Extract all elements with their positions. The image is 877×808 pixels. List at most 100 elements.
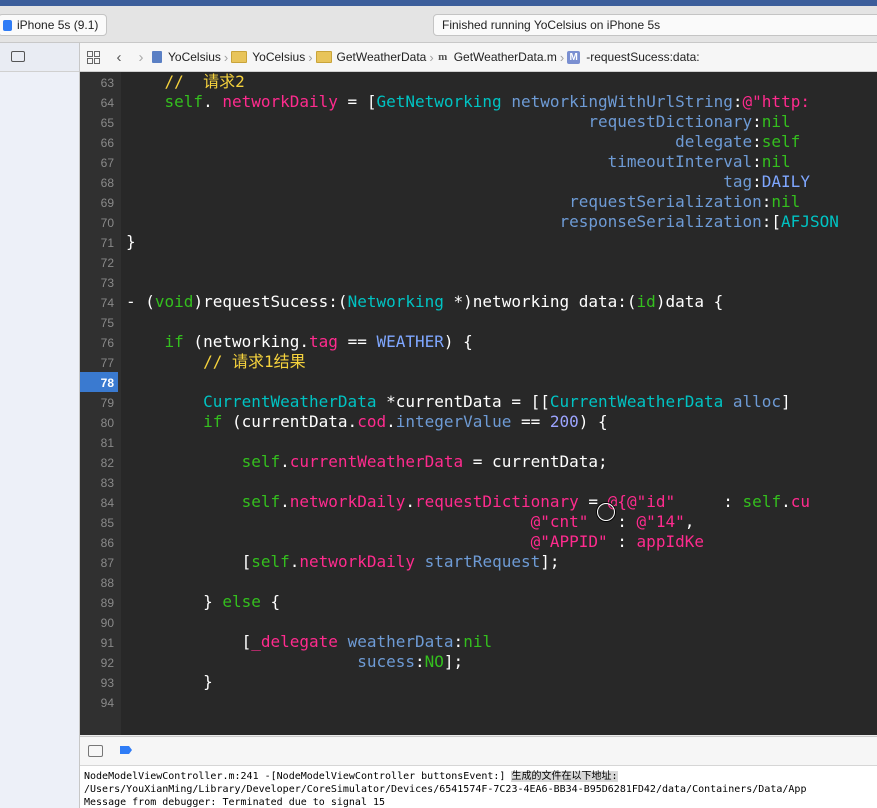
line-number[interactable]: 73 xyxy=(80,273,114,293)
debug-bar xyxy=(80,736,877,766)
line-number[interactable]: 84 xyxy=(80,493,114,513)
line-number[interactable]: 83 xyxy=(80,473,114,493)
breadcrumb-label: GetWeatherData xyxy=(336,50,427,64)
code-line: 76 if (networking.tag == WEATHER) { xyxy=(80,332,877,352)
code-token: : xyxy=(752,112,762,131)
code-token: @"id" xyxy=(626,492,676,511)
line-number[interactable]: 64 xyxy=(80,93,114,113)
line-number[interactable]: 80 xyxy=(80,413,114,433)
code-text: responseSerialization:[AFJSON xyxy=(126,212,838,232)
code-line: 71} xyxy=(80,232,877,252)
breadcrumb-project[interactable]: YoCelsius xyxy=(152,50,221,64)
iphone-device-icon xyxy=(3,19,12,31)
line-number[interactable]: 63 xyxy=(80,73,114,93)
code-token: ) { xyxy=(443,332,473,351)
code-token: nil xyxy=(463,632,493,651)
breadcrumb-separator: › xyxy=(308,49,313,65)
breakpoint-toggle-icon[interactable] xyxy=(120,746,132,754)
hide-debug-area-icon[interactable] xyxy=(88,745,103,757)
line-number[interactable]: 81 xyxy=(80,433,114,453)
code-token: @"http: xyxy=(742,92,810,111)
code-token: (networking. xyxy=(183,332,310,351)
line-number[interactable]: 94 xyxy=(80,693,114,713)
line-number[interactable]: 91 xyxy=(80,633,114,653)
code-line: 66 delegate:self xyxy=(80,132,877,152)
breadcrumb-label: YoCelsius xyxy=(168,50,221,64)
code-line: 93 } xyxy=(80,672,877,692)
breadcrumb-label: YoCelsius xyxy=(252,50,306,64)
line-number[interactable]: 66 xyxy=(80,133,114,153)
navigator-tab-bar xyxy=(0,43,79,72)
line-number[interactable]: 93 xyxy=(80,673,114,693)
line-number[interactable]: 75 xyxy=(80,313,114,333)
line-number[interactable]: 77 xyxy=(80,353,114,373)
code-text: if (networking.tag == WEATHER) { xyxy=(126,332,473,352)
breadcrumb-group[interactable]: YoCelsius xyxy=(231,50,305,64)
code-token: self xyxy=(742,492,782,511)
code-line: 90 xyxy=(80,612,877,632)
line-number[interactable]: 86 xyxy=(80,533,114,553)
code-text: delegate:self xyxy=(126,132,800,152)
line-number[interactable]: 78 xyxy=(80,373,114,393)
line-number[interactable]: 89 xyxy=(80,593,114,613)
source-editor[interactable]: 63 // 请求2 64 self. networkDaily = [GetNet… xyxy=(80,72,877,735)
line-number[interactable]: 88 xyxy=(80,573,114,593)
line-number[interactable]: 74 xyxy=(80,293,114,313)
breadcrumb-file[interactable]: m GetWeatherData.m xyxy=(437,50,557,64)
code-token: self xyxy=(761,132,801,151)
code-line: 70 responseSerialization:[AFJSON xyxy=(80,212,877,232)
line-number[interactable]: 72 xyxy=(80,253,114,273)
code-line: 74 - (void)requestSucess:(Networking *)ne… xyxy=(80,292,877,312)
breadcrumb-method[interactable]: M -requestSucess:data: xyxy=(567,50,700,64)
code-token: . xyxy=(280,452,290,471)
line-number[interactable]: 82 xyxy=(80,453,114,473)
code-line: 87 [self.networkDaily startRequest]; xyxy=(80,552,877,572)
line-number[interactable]: 65 xyxy=(80,113,114,133)
chevron-left-icon[interactable]: ‹ xyxy=(108,49,130,66)
line-number[interactable]: 71 xyxy=(80,233,114,253)
code-token: . xyxy=(405,492,415,511)
debug-console[interactable]: NodeModelViewController.m:241 -[NodeMode… xyxy=(80,766,877,808)
code-text: if (currentData.cod.integerValue == 200)… xyxy=(126,412,608,432)
code-token: id xyxy=(636,292,656,311)
navigator-panel xyxy=(0,43,80,808)
line-number[interactable]: 87 xyxy=(80,553,114,573)
code-token: : xyxy=(761,192,772,211)
code-token: networkDaily xyxy=(289,492,406,511)
line-number[interactable]: 85 xyxy=(80,513,114,533)
code-token: nil xyxy=(761,112,791,131)
code-token: tag xyxy=(309,332,338,351)
line-number[interactable]: 79 xyxy=(80,393,114,413)
breadcrumb-folder[interactable]: GetWeatherData xyxy=(315,50,427,64)
chevron-right-icon[interactable]: › xyxy=(130,49,152,66)
code-token: requestDictionary xyxy=(415,492,579,511)
line-number[interactable]: 76 xyxy=(80,333,114,353)
code-token: ]; xyxy=(443,652,464,671)
line-number[interactable]: 68 xyxy=(80,173,114,193)
code-text: requestDictionary:nil xyxy=(126,112,791,132)
line-number[interactable]: 92 xyxy=(80,653,114,673)
code-token: self xyxy=(241,492,281,511)
code-token: : xyxy=(752,172,762,191)
code-text: sucess:NO]; xyxy=(126,652,463,672)
code-token: *)networking data:( xyxy=(443,292,637,311)
code-line: 65 requestDictionary:nil xyxy=(80,112,877,132)
code-token: . xyxy=(289,552,300,571)
folder-icon xyxy=(231,51,248,63)
line-number[interactable]: 70 xyxy=(80,213,114,233)
console-text: NodeModelViewController.m:241 -[NodeMode… xyxy=(84,771,512,782)
line-number[interactable]: 67 xyxy=(80,153,114,173)
scheme-device-selector[interactable]: iPhone 5s (9.1) xyxy=(0,14,108,36)
code-token: . xyxy=(781,492,791,511)
line-number[interactable]: 90 xyxy=(80,613,114,633)
message-icon[interactable] xyxy=(11,51,25,62)
m-file-icon: m xyxy=(438,51,448,63)
related-items-icon[interactable] xyxy=(87,50,100,64)
code-token: GetNetworking xyxy=(376,92,502,111)
line-number[interactable]: 69 xyxy=(80,193,114,213)
